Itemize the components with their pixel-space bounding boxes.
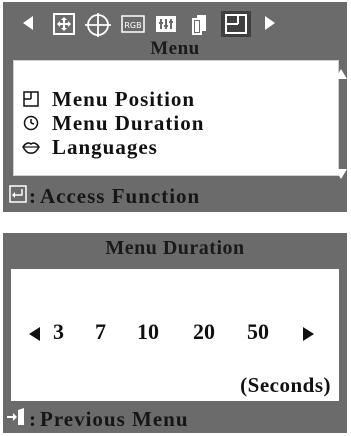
previous-menu-hint: : Previous Menu — [7, 405, 189, 433]
duration-option[interactable]: 10 — [137, 319, 159, 345]
list-item-label: Languages — [52, 134, 158, 159]
enter-icon — [9, 184, 27, 208]
rgb-icon[interactable]: RGB — [121, 13, 145, 35]
scroll-down-icon[interactable] — [335, 169, 347, 179]
duration-option[interactable]: 20 — [193, 319, 215, 345]
duration-title: Menu Duration — [105, 237, 245, 259]
menu-position-icon — [22, 90, 40, 108]
bars-icon[interactable] — [155, 13, 177, 35]
svg-text:RGB: RGB — [124, 21, 141, 30]
increase-arrow-icon[interactable] — [303, 327, 314, 341]
duration-option[interactable]: 3 — [53, 319, 64, 345]
duration-selector[interactable]: 3 7 10 20 50 — [11, 319, 339, 349]
footer-label: Access Function — [40, 183, 201, 208]
position-arrows-icon[interactable] — [53, 13, 75, 35]
duration-option[interactable]: 7 — [95, 319, 106, 345]
lips-icon — [22, 138, 40, 156]
menu-list: Menu Position Menu Duration Languages — [13, 60, 347, 179]
menu-title: Menu — [150, 38, 200, 59]
menu-window-icon[interactable] — [221, 11, 251, 37]
duration-panel: Menu Duration 3 7 10 20 50 (Seconds) : P… — [3, 233, 347, 433]
globe-icon[interactable] — [85, 13, 111, 37]
list-item-menu-duration[interactable]: Menu Duration — [22, 111, 204, 135]
tab-scroll-right-icon[interactable] — [265, 16, 275, 30]
access-function-hint: : Access Function — [9, 182, 200, 210]
scroll-up-icon[interactable] — [335, 69, 347, 79]
menu-panel: RGB Menu Menu Position Menu Duration Lan… — [3, 2, 347, 212]
list-item-label: Menu Position — [52, 86, 196, 111]
decrease-arrow-icon[interactable] — [29, 327, 40, 341]
pages-icon[interactable] — [189, 13, 211, 35]
list-item-label: Menu Duration — [52, 110, 205, 135]
list-item-languages[interactable]: Languages — [22, 135, 158, 159]
duration-option[interactable]: 50 — [247, 319, 269, 345]
list-item-menu-position[interactable]: Menu Position — [22, 87, 195, 111]
footer-label: Previous Menu — [40, 406, 189, 431]
units-label: (Seconds) — [240, 373, 331, 397]
exit-icon — [7, 407, 27, 432]
clock-icon — [22, 114, 40, 132]
duration-box: 3 7 10 20 50 (Seconds) — [11, 269, 339, 401]
tab-scroll-left-icon[interactable] — [23, 16, 33, 30]
